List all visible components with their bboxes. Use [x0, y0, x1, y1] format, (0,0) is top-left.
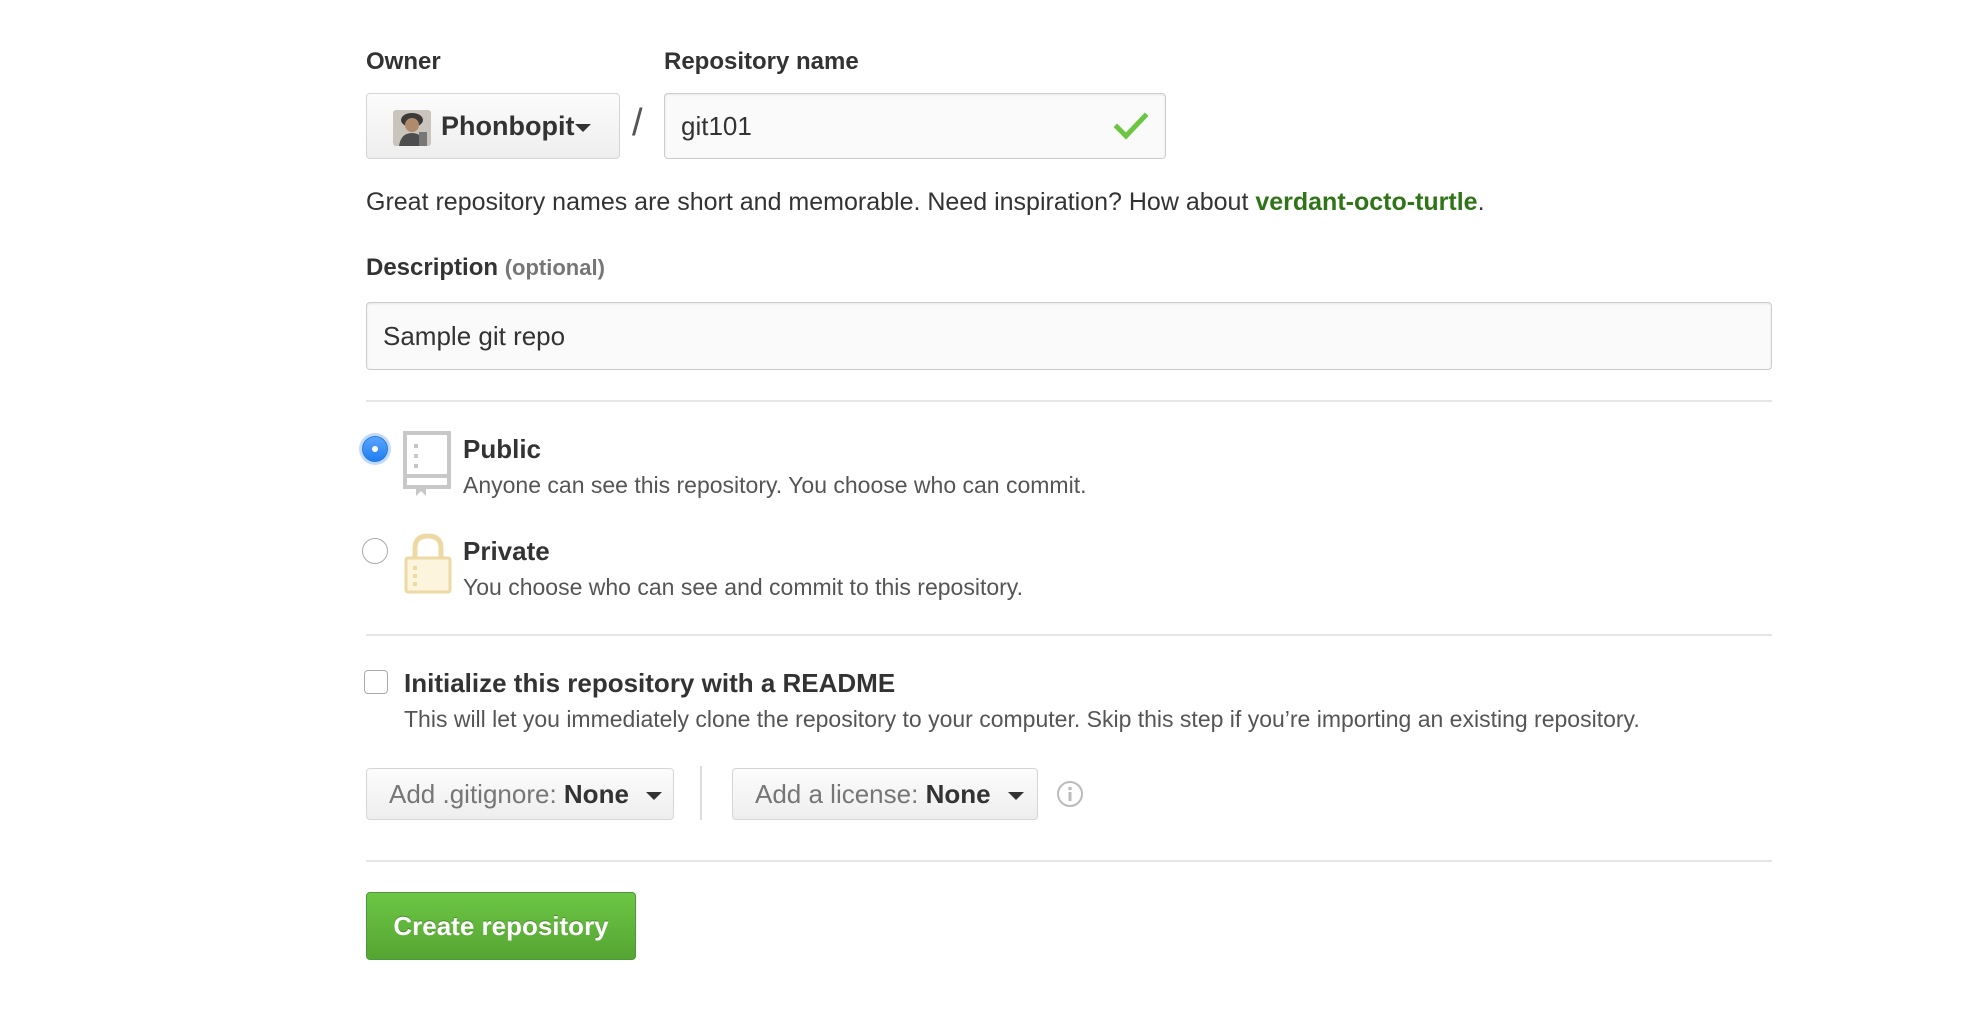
divider: [366, 634, 1772, 636]
private-radio[interactable]: [362, 538, 388, 564]
gitignore-value: None: [563, 779, 629, 809]
gitignore-prefix: Add .gitignore:: [389, 779, 557, 809]
chevron-down-icon: [575, 124, 591, 132]
lock-icon: [404, 533, 452, 594]
repo-book-icon: [403, 431, 451, 496]
readme-description: This will let you immediately clone the …: [404, 706, 1640, 732]
check-icon: [1114, 112, 1148, 140]
owner-name: Phonbopit: [441, 111, 575, 141]
owner-dropdown[interactable]: Phonbopit: [366, 93, 620, 159]
owner-repo-separator: /: [632, 102, 643, 144]
readme-title: Initialize this repository with a README: [404, 668, 896, 698]
gitignore-dropdown[interactable]: Add .gitignore: None: [366, 768, 674, 820]
info-icon[interactable]: [1056, 780, 1084, 808]
private-description: You choose who can see and commit to thi…: [463, 574, 1023, 600]
optional-tag: (optional): [504, 255, 605, 280]
description-label: Description (optional): [366, 254, 605, 282]
hint-text: Great repository names are short and mem…: [366, 188, 1256, 216]
hint-end: .: [1477, 188, 1485, 216]
license-value: None: [925, 779, 991, 809]
owner-label: Owner: [366, 48, 441, 75]
license-dropdown[interactable]: Add a license: None: [732, 768, 1038, 820]
readme-checkbox[interactable]: [364, 670, 388, 694]
repo-name-hint: Great repository names are short and mem…: [366, 188, 1485, 217]
chevron-down-icon: [1007, 792, 1024, 801]
description-label-text: Description: [366, 254, 499, 281]
divider: [366, 860, 1772, 862]
create-repository-button[interactable]: Create repository: [366, 892, 636, 960]
public-title: Public: [463, 434, 542, 464]
repo-name-input[interactable]: [664, 93, 1166, 159]
private-title: Private: [463, 536, 550, 566]
vertical-divider: [700, 766, 702, 820]
license-prefix: Add a license:: [755, 779, 919, 809]
avatar: [393, 110, 431, 146]
suggested-name-link[interactable]: verdant-octo-turtle: [1255, 188, 1477, 216]
chevron-down-icon: [646, 792, 663, 801]
description-input[interactable]: [366, 302, 1772, 370]
repo-name-label: Repository name: [664, 48, 859, 75]
public-radio[interactable]: [362, 436, 388, 462]
divider: [366, 400, 1772, 402]
public-description: Anyone can see this repository. You choo…: [463, 472, 1087, 498]
